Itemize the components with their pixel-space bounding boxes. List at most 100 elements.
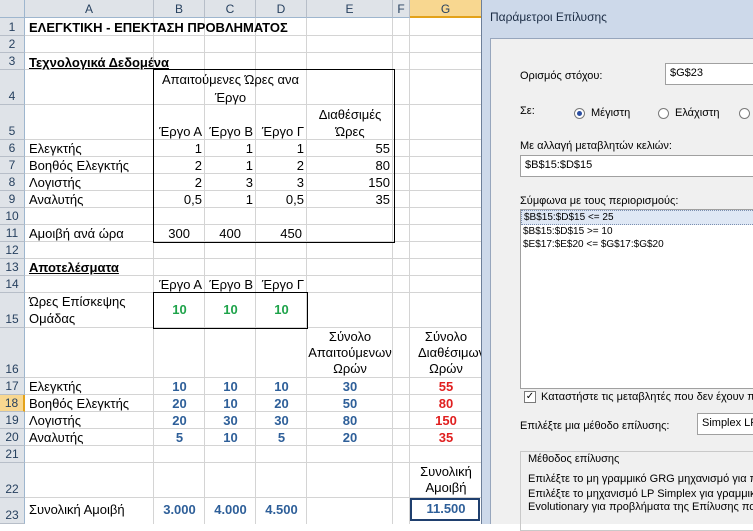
results-project-c-header[interactable]: Έργο Γ — [256, 277, 304, 292]
column-header-a[interactable]: A — [25, 0, 154, 18]
tech-avail-cell[interactable]: 55 — [307, 141, 390, 156]
result-req-cell[interactable]: 20 — [307, 430, 393, 445]
max-radio[interactable] — [574, 108, 585, 119]
tech-cell[interactable]: 1 — [256, 141, 304, 156]
tech-avail-cell[interactable]: 80 — [307, 158, 390, 173]
result-row-label[interactable]: Αναλυτής — [29, 430, 83, 445]
result-cell[interactable]: 30 — [205, 413, 256, 428]
avail-header-line1[interactable]: Διαθέσιμές — [307, 107, 393, 122]
project-c-header[interactable]: Έργο Γ — [256, 124, 304, 139]
visit-label-line1[interactable]: Ώρες Επίσκεψης — [29, 294, 125, 309]
result-avail-cell[interactable]: 80 — [410, 396, 482, 411]
result-cell[interactable]: 20 — [256, 396, 307, 411]
total-fee-header-2[interactable]: Αμοιβή — [410, 480, 482, 495]
tech-avail-cell[interactable]: 35 — [307, 192, 390, 207]
project-a-header[interactable]: Έργο Α — [154, 124, 202, 139]
result-req-cell[interactable]: 80 — [307, 413, 393, 428]
fee-cell[interactable]: 300 — [154, 226, 190, 241]
row-header-16[interactable]: 16 — [0, 328, 25, 378]
row-header-9[interactable]: 9 — [0, 191, 25, 208]
result-cell[interactable]: 5 — [154, 430, 205, 445]
visit-cell[interactable]: 10 — [205, 302, 256, 317]
avail-total-header-3[interactable]: Ωρών — [410, 361, 482, 376]
tech-cell[interactable]: 0,5 — [154, 192, 202, 207]
objective-input[interactable]: $G$23 — [665, 63, 753, 85]
tech-row-label[interactable]: Αναλυτής — [29, 192, 83, 207]
tech-cell[interactable]: 2 — [256, 158, 304, 173]
constraint-item[interactable]: $B$15:$D$15 <= 25 — [521, 210, 753, 225]
row-header-8[interactable]: 8 — [0, 174, 25, 191]
row-header-2[interactable]: 2 — [0, 36, 25, 53]
project-b-header[interactable]: Έργο Β — [205, 124, 253, 139]
tech-row-label[interactable]: Λογιστής — [29, 175, 81, 190]
result-row-label[interactable]: Λογιστής — [29, 413, 81, 428]
row-header-7[interactable]: 7 — [0, 157, 25, 174]
sheet-title[interactable]: ΕΛΕΓΚΤΙΚΗ - ΕΠΕΚΤΑΣΗ ΠΡΟΒΛΗΜΑΤΟΣ — [29, 20, 288, 35]
result-avail-cell[interactable]: 55 — [410, 379, 482, 394]
changing-cells-input[interactable]: $B$15:$D$15 — [520, 155, 753, 177]
fee-cell[interactable]: 400 — [205, 226, 241, 241]
tech-data-title[interactable]: Τεχνολογικά Δεδομένα — [29, 55, 169, 70]
avail-header-line2[interactable]: Ώρες — [307, 124, 393, 139]
nonnegative-label[interactable]: Καταστήστε τις μεταβλητές που δεν έχουν … — [541, 391, 753, 403]
result-cell[interactable]: 10 — [205, 379, 256, 394]
constraint-item[interactable]: $B$15:$D$15 >= 10 — [521, 225, 753, 238]
min-radio-label[interactable]: Ελάχιστη — [675, 107, 720, 119]
row-header-14[interactable]: 14 — [0, 276, 25, 293]
row-header-19[interactable]: 19 — [0, 412, 25, 429]
tech-cell[interactable]: 0,5 — [256, 192, 304, 207]
result-cell[interactable]: 30 — [256, 413, 307, 428]
min-radio[interactable] — [658, 108, 669, 119]
result-avail-cell[interactable]: 150 — [410, 413, 482, 428]
row-header-21[interactable]: 21 — [0, 446, 25, 463]
grand-total-cell[interactable]: 11.500 — [410, 501, 482, 516]
tech-cell[interactable]: 1 — [205, 141, 253, 156]
hours-header-line1[interactable]: Απαιτούμενες Ώρες ανα — [154, 72, 307, 87]
hours-header-line2[interactable]: Έργο — [154, 90, 307, 105]
method-select[interactable]: Simplex LP — [697, 413, 753, 435]
results-project-b-header[interactable]: Έργο Β — [205, 277, 253, 292]
result-cell[interactable]: 20 — [154, 396, 205, 411]
tech-cell[interactable]: 3 — [256, 175, 304, 190]
total-fee-cell[interactable]: 3.000 — [154, 502, 205, 517]
tech-cell[interactable]: 2 — [154, 158, 202, 173]
result-cell[interactable]: 10 — [205, 396, 256, 411]
tech-cell[interactable]: 1 — [205, 158, 253, 173]
row-header-4[interactable]: 4 — [0, 70, 25, 105]
visit-cell[interactable]: 10 — [256, 302, 307, 317]
row-header-5[interactable]: 5 — [0, 105, 25, 140]
row-header-1[interactable]: 1 — [0, 18, 25, 36]
row-header-23[interactable]: 23 — [0, 498, 25, 524]
tech-cell[interactable]: 1 — [154, 141, 202, 156]
nonnegative-checkbox[interactable]: ✓ — [524, 391, 536, 403]
row-header-12[interactable]: 12 — [0, 242, 25, 259]
tech-row-label[interactable]: Ελεγκτής — [29, 141, 82, 156]
tech-avail-cell[interactable]: 150 — [307, 175, 390, 190]
fee-label[interactable]: Αμοιβή ανά ώρα — [29, 226, 124, 241]
column-header-f[interactable]: F — [393, 0, 410, 18]
result-req-cell[interactable]: 50 — [307, 396, 393, 411]
total-fee-header-1[interactable]: Συνολική — [410, 464, 482, 479]
value-radio[interactable] — [739, 108, 750, 119]
column-header-e[interactable]: E — [307, 0, 393, 18]
constraints-list[interactable]: $B$15:$D$15 <= 25 $B$15:$D$15 >= 10 $E$1… — [520, 209, 753, 389]
max-radio-label[interactable]: Μέγιστη — [591, 107, 630, 119]
req-header-1[interactable]: Σύνολο — [307, 329, 393, 344]
visit-label-line2[interactable]: Ομάδας — [29, 311, 75, 326]
row-header-11[interactable]: 11 — [0, 225, 25, 242]
select-all-corner[interactable] — [0, 0, 25, 18]
req-header-2[interactable]: Απαιτούμενων — [307, 345, 393, 360]
avail-total-header-1[interactable]: Σύνολο — [410, 329, 482, 344]
row-header-10[interactable]: 10 — [0, 208, 25, 225]
result-cell[interactable]: 10 — [256, 379, 307, 394]
avail-total-header-2[interactable]: Διαθέσιμων — [418, 345, 482, 360]
result-cell[interactable]: 5 — [256, 430, 307, 445]
total-fee-label[interactable]: Συνολική Αμοιβή — [29, 502, 125, 517]
row-header-3[interactable]: 3 — [0, 53, 25, 70]
total-fee-cell[interactable]: 4.500 — [256, 502, 307, 517]
fee-cell[interactable]: 450 — [256, 226, 302, 241]
column-header-g[interactable]: G — [410, 0, 482, 18]
result-cell[interactable]: 20 — [154, 413, 205, 428]
column-header-d[interactable]: D — [256, 0, 307, 18]
total-fee-cell[interactable]: 4.000 — [205, 502, 256, 517]
